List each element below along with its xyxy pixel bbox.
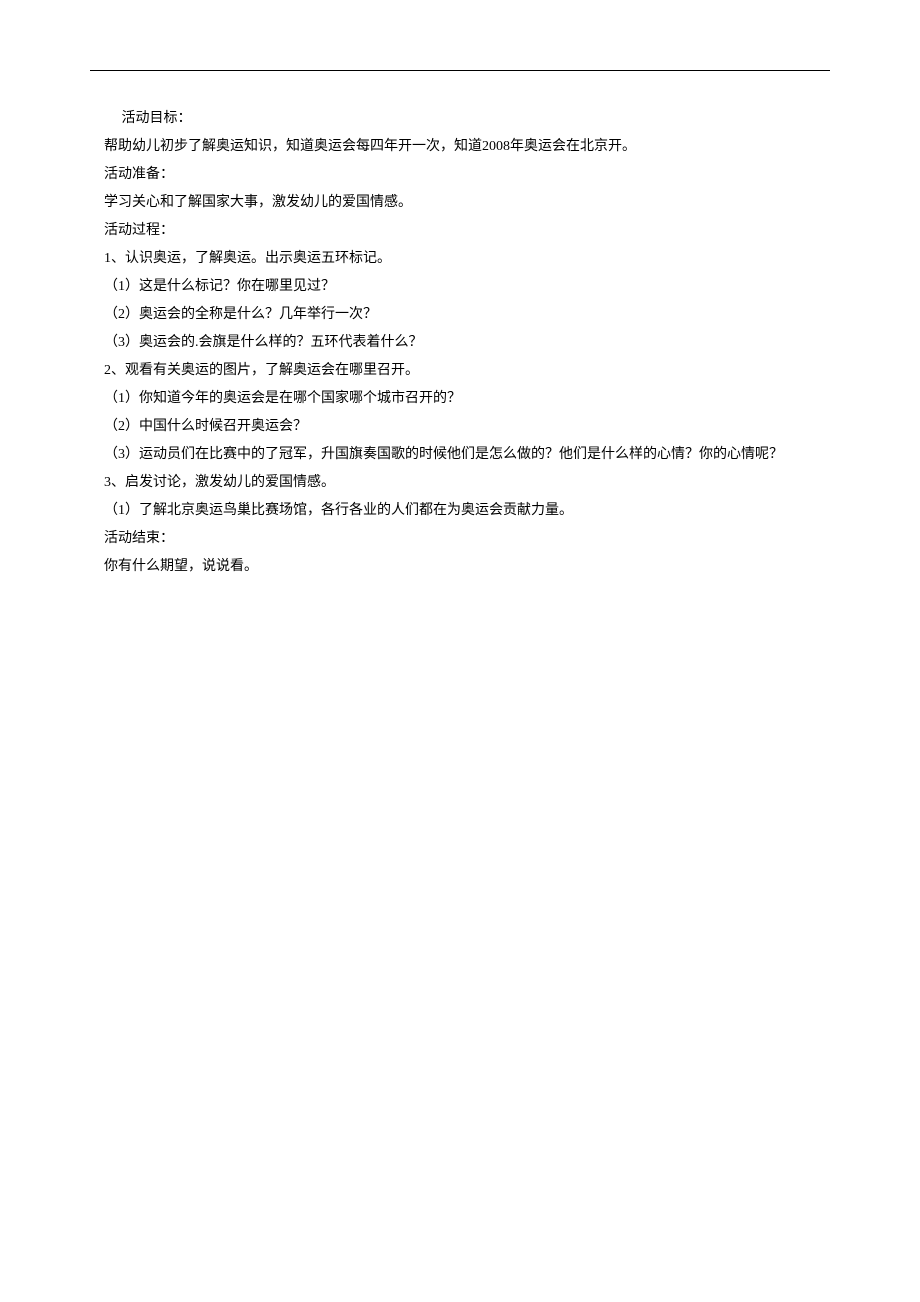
text-line: （3）奥运会的.会旗是什么样的？五环代表着什么？: [90, 329, 830, 357]
text-line: （3）运动员们在比赛中的了冠军，升国旗奏国歌的时候他们是怎么做的？他们是什么样的…: [90, 441, 830, 469]
text-line: 1、认识奥运，了解奥运。出示奥运五环标记。: [90, 245, 830, 273]
document-body: 活动目标：帮助幼儿初步了解奥运知识，知道奥运会每四年开一次，知道2008年奥运会…: [90, 105, 830, 581]
text-line: （2）中国什么时候召开奥运会？: [90, 413, 830, 441]
text-line: 2、观看有关奥运的图片，了解奥运会在哪里召开。: [90, 357, 830, 385]
text-line: 活动结束：: [90, 525, 830, 553]
text-line: （1）你知道今年的奥运会是在哪个国家哪个城市召开的？: [90, 385, 830, 413]
horizontal-rule: [90, 70, 830, 71]
text-line: 活动准备：: [90, 161, 830, 189]
text-line: 帮助幼儿初步了解奥运知识，知道奥运会每四年开一次，知道2008年奥运会在北京开。: [90, 133, 830, 161]
text-line: 学习关心和了解国家大事，激发幼儿的爱国情感。: [90, 189, 830, 217]
text-line: （2）奥运会的全称是什么？几年举行一次？: [90, 301, 830, 329]
text-line: 3、启发讨论，激发幼儿的爱国情感。: [90, 469, 830, 497]
document-page: 活动目标：帮助幼儿初步了解奥运知识，知道奥运会每四年开一次，知道2008年奥运会…: [0, 0, 920, 581]
text-line: 活动过程：: [90, 217, 830, 245]
text-line: （1）了解北京奥运鸟巢比赛场馆，各行各业的人们都在为奥运会贡献力量。: [90, 497, 830, 525]
text-line: 活动目标：: [90, 105, 830, 133]
text-line: （1）这是什么标记？你在哪里见过？: [90, 273, 830, 301]
text-line: 你有什么期望，说说看。: [90, 553, 830, 581]
